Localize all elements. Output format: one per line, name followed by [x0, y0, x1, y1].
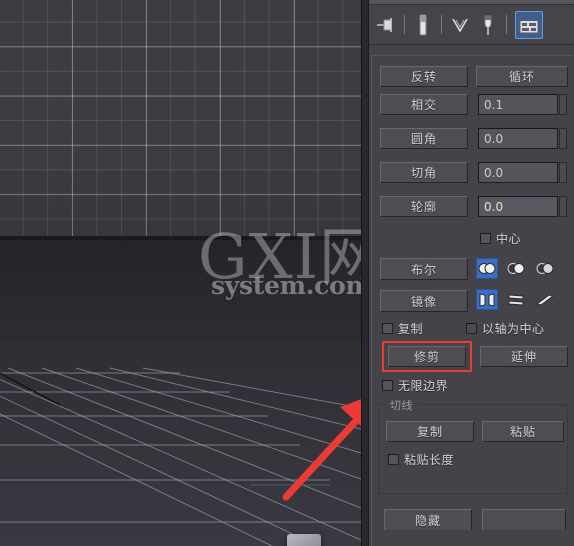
rollout-body[interactable]: 反转 循环 相交 0.1 圆角 0.0 切角 0.0 轮廓 0.0 中心 布尔 … [369, 45, 574, 546]
toolbar-separator-2 [441, 15, 442, 34]
arrow-down-icon[interactable] [446, 11, 474, 39]
config-panel-icon[interactable] [515, 10, 543, 39]
about-pivot-checkbox-box[interactable] [466, 323, 477, 334]
top-orthographic-viewport[interactable] [0, 0, 361, 236]
unhide-button[interactable] [482, 509, 566, 530]
outline-button[interactable]: 轮廓 [380, 196, 468, 217]
reverse-button[interactable]: 反转 [380, 66, 468, 87]
perspective-viewport[interactable] [0, 240, 361, 546]
mirror-both-icon[interactable] [534, 289, 556, 310]
intersect-spinner-arrows[interactable] [559, 94, 567, 115]
fillet-button[interactable]: 圆角 [380, 128, 468, 149]
paste-length-checkbox[interactable]: 粘贴长度 [388, 451, 454, 468]
geometry-rollout: 反转 循环 相交 0.1 圆角 0.0 切角 0.0 轮廓 0.0 中心 布尔 … [371, 55, 573, 546]
command-panel[interactable]: 反转 循环 相交 0.1 圆角 0.0 切角 0.0 轮廓 0.0 中心 布尔 … [368, 0, 574, 546]
mirror-horizontal-icon[interactable] [476, 289, 498, 310]
outline-value-field[interactable]: 0.0 [478, 196, 558, 217]
toolbar-separator-3 [506, 15, 507, 34]
chamfer-spinner-arrows[interactable] [559, 162, 567, 183]
center-checkbox-box[interactable] [480, 233, 491, 244]
infinite-bounds-checkbox-label: 无限边界 [398, 379, 449, 393]
fillet-spinner-arrows[interactable] [559, 128, 567, 149]
extend-button[interactable]: 延伸 [480, 346, 568, 367]
center-checkbox-label: 中心 [496, 232, 522, 246]
paste-length-checkbox-box[interactable] [388, 454, 399, 465]
thumbtack-icon[interactable] [474, 11, 502, 39]
perspective-grid [0, 367, 361, 546]
boolean-union-icon[interactable] [476, 258, 498, 279]
tangent-group-label: 切线 [386, 397, 417, 413]
viewport-area[interactable]: GXI网 system.com [0, 0, 368, 546]
viewport-vignette [0, 0, 361, 236]
intersect-button[interactable]: 相交 [380, 94, 468, 115]
about-pivot-checkbox-label: 以轴为中心 [482, 322, 545, 336]
copy-checkbox[interactable]: 复制 [382, 320, 423, 337]
tube-icon[interactable] [409, 11, 437, 39]
copy-checkbox-label: 复制 [398, 322, 424, 336]
selected-object-gizmo[interactable] [268, 528, 340, 546]
boolean-subtract-icon[interactable] [505, 258, 527, 279]
cube-object[interactable] [287, 534, 321, 546]
intersect-value-field[interactable]: 0.1 [478, 94, 558, 115]
tangent-group: 切线 [378, 397, 568, 494]
copy-button[interactable]: 复制 [386, 421, 474, 442]
app-root: GXI网 system.com 反转 循环 相交 0.1 圆角 0.0 切角 0… [0, 0, 574, 546]
center-checkbox[interactable]: 中心 [480, 230, 521, 247]
panel-toolbar[interactable] [369, 5, 574, 45]
chamfer-value-field[interactable]: 0.0 [478, 162, 558, 183]
paste-button[interactable]: 粘贴 [482, 421, 564, 442]
mirror-vertical-icon[interactable] [505, 289, 527, 310]
viewport-panel-gutter [361, 0, 368, 546]
boolean-button[interactable]: 布尔 [380, 258, 468, 280]
paste-length-checkbox-label: 粘贴长度 [404, 453, 455, 467]
about-pivot-checkbox[interactable]: 以轴为中心 [466, 320, 545, 337]
loop-button[interactable]: 循环 [476, 66, 568, 87]
mirror-button[interactable]: 镜像 [380, 290, 468, 312]
infinite-bounds-checkbox[interactable]: 无限边界 [382, 377, 448, 394]
toolbar-separator-1 [404, 15, 405, 34]
pin-stack-icon[interactable] [372, 11, 400, 39]
infinite-bounds-checkbox-box[interactable] [382, 380, 393, 391]
hide-button[interactable]: 隐藏 [384, 509, 472, 530]
boolean-intersect-icon[interactable] [534, 258, 556, 279]
copy-checkbox-box[interactable] [382, 323, 393, 334]
chamfer-button[interactable]: 切角 [380, 162, 468, 183]
trim-button[interactable]: 修剪 [388, 346, 466, 367]
fillet-value-field[interactable]: 0.0 [478, 128, 558, 149]
outline-spinner-arrows[interactable] [559, 196, 567, 217]
